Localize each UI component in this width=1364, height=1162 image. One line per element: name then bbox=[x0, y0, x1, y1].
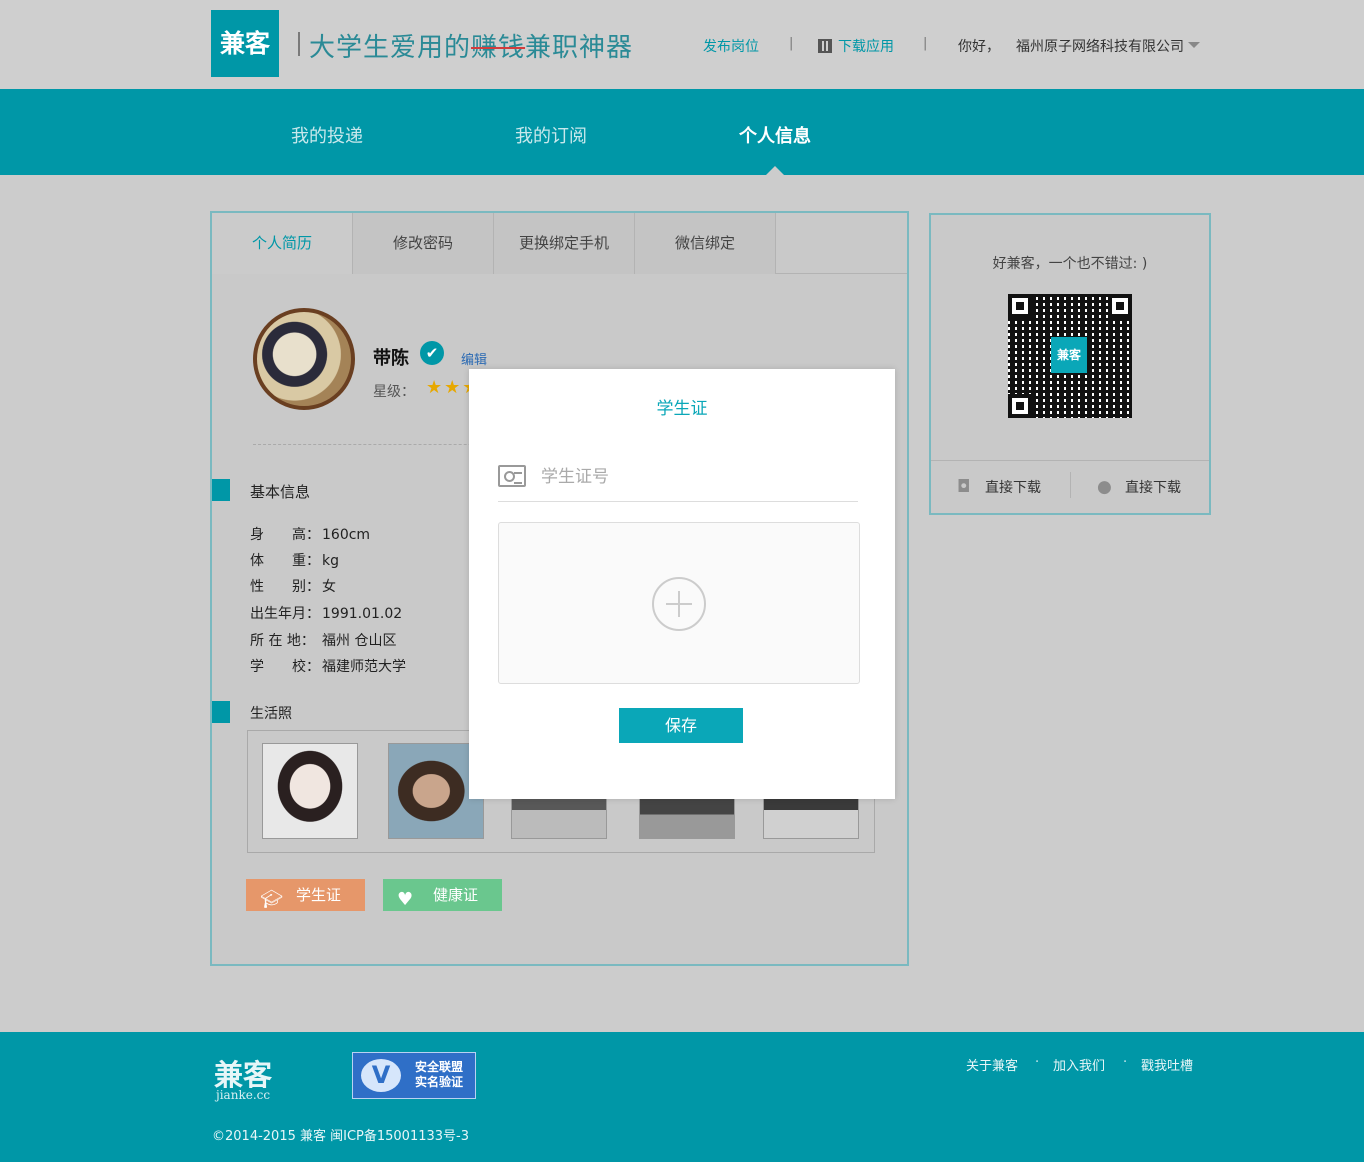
info-row-birthdate: 出生年月： 1991.01.02 bbox=[250, 603, 402, 623]
slogan: 大学生爱用的赚钱兼职神器 bbox=[309, 27, 633, 64]
info-key: 出生年月： bbox=[250, 606, 320, 622]
heart-pulse-icon: ♥ bbox=[397, 889, 414, 910]
site-logo[interactable]: 兼客 bbox=[211, 10, 279, 77]
download-separator bbox=[1070, 472, 1071, 498]
slogan-divider bbox=[298, 32, 300, 56]
avatar bbox=[253, 308, 355, 410]
info-key: 性 别： bbox=[250, 579, 320, 595]
footer-link-join[interactable]: 加入我们 bbox=[1053, 1055, 1105, 1074]
account-menu[interactable]: 福州原子网络科技有限公司 bbox=[1016, 36, 1200, 56]
footer-dot: · bbox=[1123, 1055, 1128, 1070]
copyright: ©2014-2015 兼客 闽ICP备15001133号-3 bbox=[212, 1129, 470, 1144]
android-icon: ◘ bbox=[957, 477, 971, 497]
slogan-suffix: 兼职神器 bbox=[525, 33, 634, 63]
qr-code: 兼客 bbox=[1008, 294, 1132, 418]
slogan-prefix: 大学生爱用的 bbox=[309, 33, 472, 63]
nav-my-subscriptions[interactable]: 我的订阅 bbox=[515, 122, 587, 148]
company-name: 福州原子网络科技有限公司 bbox=[1016, 39, 1184, 55]
user-name: 带陈 bbox=[373, 348, 409, 369]
footer-logo-domain: jianke.cc bbox=[216, 1088, 271, 1102]
save-button[interactable]: 保存 bbox=[619, 708, 743, 743]
nav-personal-info[interactable]: 个人信息 bbox=[739, 122, 811, 148]
student-id-photo-upload[interactable] bbox=[498, 522, 860, 684]
student-id-number-input[interactable] bbox=[541, 461, 857, 493]
tab-change-phone[interactable]: 更换绑定手机 bbox=[494, 213, 635, 274]
info-value: 福州 仓山区 bbox=[322, 633, 397, 649]
post-job-link[interactable]: 发布岗位 bbox=[703, 36, 759, 56]
ios-download-button[interactable]: ● 直接下载 bbox=[1097, 477, 1181, 497]
download-app-label: 下载应用 bbox=[838, 39, 894, 55]
info-key: 体 重： bbox=[250, 553, 320, 569]
footer-link-feedback[interactable]: 戳我吐槽 bbox=[1141, 1055, 1193, 1074]
info-key: 身 高： bbox=[250, 527, 320, 543]
qr-center-logo: 兼客 bbox=[1051, 337, 1087, 373]
health-cert-label: 健康证 bbox=[433, 886, 479, 904]
header-separator: | bbox=[789, 36, 794, 51]
header-separator: | bbox=[923, 36, 928, 51]
id-card-icon bbox=[498, 465, 526, 487]
plus-icon bbox=[652, 577, 706, 631]
badge-line-2: 实名验证 bbox=[415, 1075, 464, 1089]
info-value: 160cm bbox=[322, 527, 371, 543]
info-row-height: 身 高： 160cm bbox=[250, 524, 370, 544]
info-value: 福建师范大学 bbox=[322, 659, 406, 675]
student-id-button[interactable]: 🎓︎ 学生证 bbox=[246, 879, 365, 911]
apple-icon: ● bbox=[1097, 477, 1112, 497]
info-row-weight: 体 重： kg bbox=[250, 550, 339, 570]
side-divider bbox=[931, 460, 1209, 461]
qr-code-icon bbox=[818, 39, 832, 53]
info-value: 女 bbox=[322, 579, 336, 595]
badge-line-1: 安全联盟 bbox=[415, 1060, 464, 1074]
life-photo[interactable] bbox=[262, 743, 358, 839]
security-alliance-badge[interactable]: V 安全联盟 实名验证 bbox=[352, 1052, 476, 1099]
info-row-gender: 性 别：女 bbox=[250, 576, 336, 596]
tab-change-password[interactable]: 修改密码 bbox=[353, 213, 494, 274]
android-download-button[interactable]: ◘ 直接下载 bbox=[957, 477, 1041, 497]
graduation-cap-icon: 🎓︎ bbox=[260, 889, 283, 910]
section-marker bbox=[212, 701, 230, 723]
profile-tabs: 个人简历 修改密码 更换绑定手机 微信绑定 bbox=[212, 213, 907, 274]
section-marker bbox=[212, 479, 230, 501]
site-footer: 兼客 jianke.cc V 安全联盟 实名验证 ©2014-2015 兼客 闽… bbox=[0, 1032, 1364, 1162]
ios-download-label: 直接下载 bbox=[1125, 480, 1181, 496]
verified-badge-icon: ✔ bbox=[420, 341, 444, 365]
basic-info-title: 基本信息 bbox=[250, 483, 311, 501]
main-nav: 我的投递 我的订阅 个人信息 bbox=[0, 89, 1364, 175]
qr-finder bbox=[1008, 294, 1032, 318]
verified-v-icon: V bbox=[361, 1059, 401, 1092]
info-key: 所 在 地： bbox=[250, 633, 315, 649]
android-download-label: 直接下载 bbox=[985, 480, 1041, 496]
download-promo-text: 好兼客，一个也不错过: ) bbox=[992, 256, 1148, 272]
qr-finder bbox=[1108, 294, 1132, 318]
info-row-school: 学 校： 福建师范大学 bbox=[250, 656, 406, 676]
rating-label: 星级： bbox=[373, 384, 415, 400]
footer-dot: · bbox=[1035, 1055, 1040, 1070]
top-header: 兼客 大学生爱用的赚钱兼职神器 发布岗位 | 下载应用 | 你好， 福州原子网络… bbox=[0, 0, 1364, 89]
nav-my-applications[interactable]: 我的投递 bbox=[291, 122, 363, 148]
edit-profile-link[interactable]: 编辑 bbox=[461, 349, 487, 368]
info-value: 1991.01.02 bbox=[322, 606, 403, 622]
info-key: 学 校： bbox=[250, 659, 320, 675]
download-app-link[interactable]: 下载应用 bbox=[818, 36, 894, 56]
chevron-down-icon bbox=[1188, 42, 1200, 48]
input-underline bbox=[498, 501, 858, 502]
footer-link-about[interactable]: 关于兼客 bbox=[966, 1055, 1018, 1074]
tab-wechat-binding[interactable]: 微信绑定 bbox=[635, 213, 776, 274]
info-value: kg bbox=[322, 553, 339, 569]
qr-finder bbox=[1008, 394, 1032, 418]
modal-title: 学生证 bbox=[656, 399, 708, 419]
slogan-struck: 赚钱 bbox=[471, 33, 526, 63]
student-id-label: 学生证 bbox=[296, 886, 342, 904]
app-download-panel: 好兼客，一个也不错过: ) 兼客 ◘ 直接下载 ● 直接下载 bbox=[929, 213, 1211, 515]
greeting: 你好， bbox=[958, 39, 1000, 55]
info-row-location: 所 在 地： 福州 仓山区 bbox=[250, 630, 396, 650]
health-cert-button[interactable]: ♥ 健康证 bbox=[383, 879, 502, 911]
tab-resume[interactable]: 个人简历 bbox=[212, 213, 353, 274]
active-nav-indicator bbox=[766, 166, 784, 175]
life-photos-title: 生活照 bbox=[250, 706, 292, 722]
student-id-modal: 学生证 保存 bbox=[469, 369, 895, 799]
